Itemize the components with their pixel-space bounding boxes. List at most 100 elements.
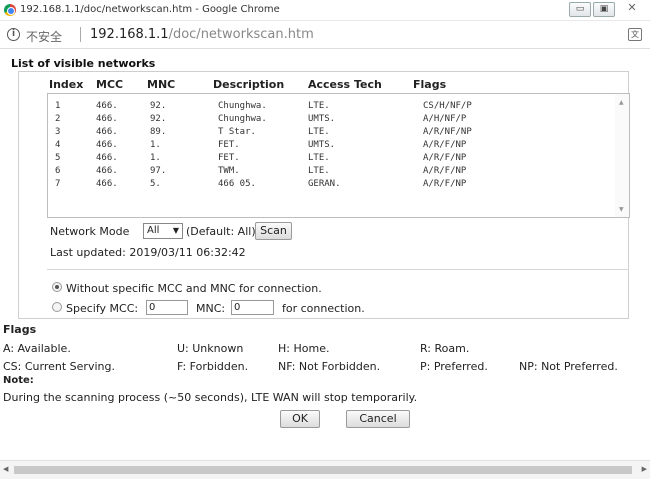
cell-mcc: 466. [96, 101, 118, 111]
specify-mcc-radio[interactable] [52, 302, 62, 312]
cell-index: 6 [55, 166, 61, 176]
note-heading: Note: [3, 375, 34, 386]
cell-flags: A/R/F/NP [423, 179, 467, 189]
flag-legend-item: U: Unknown [177, 342, 244, 355]
cell-access-tech: LTE. [308, 166, 330, 176]
scan-button[interactable]: Scan [255, 222, 292, 240]
col-header-access-tech: Access Tech [308, 78, 382, 91]
flag-legend-item: H: Home. [278, 342, 330, 355]
cell-description: T Star. [218, 127, 256, 137]
col-header-mcc: MCC [96, 78, 124, 91]
ok-button[interactable]: OK [280, 410, 320, 428]
url-host: 192.168.1.1 [90, 27, 169, 42]
cell-access-tech: UMTS. [308, 140, 336, 150]
flag-legend-item: NP: Not Preferred. [519, 360, 618, 373]
dropdown-caret-icon: ▼ [172, 226, 179, 235]
cell-index: 1 [55, 101, 61, 111]
without-mcc-label[interactable]: Without specific MCC and MNC for connect… [66, 282, 322, 295]
cell-mcc: 466. [96, 153, 118, 163]
cell-access-tech: GERAN. [308, 179, 341, 189]
mnc-label: MNC: [196, 302, 226, 315]
address-separator [80, 27, 81, 42]
maximize-button[interactable]: ▣ [593, 2, 615, 17]
cell-flags: A/R/F/NP [423, 153, 467, 163]
last-updated-text: Last updated: 2019/03/11 06:32:42 [50, 246, 246, 259]
address-bar: i 不安全 192.168.1.1/doc/networkscan.htm 文 [0, 21, 650, 49]
chrome-icon [4, 4, 16, 16]
col-header-flags: Flags [413, 78, 447, 91]
cell-mcc: 466. [96, 114, 118, 124]
flag-legend-item: NF: Not Forbidden. [278, 360, 381, 373]
cell-flags: A/R/NF/NP [423, 127, 472, 137]
url-path: /doc/networkscan.htm [168, 27, 314, 42]
cell-mnc: 5. [150, 179, 161, 189]
horizontal-scrollbar[interactable]: ◀ ▶ [0, 460, 650, 479]
cell-description: Chunghwa. [218, 114, 267, 124]
network-mode-default: (Default: All) [186, 225, 256, 238]
cell-mnc: 97. [150, 166, 167, 176]
list-scrollbar[interactable]: ▲ ▼ [615, 94, 629, 217]
cell-mcc: 466. [96, 166, 118, 176]
not-secure-label[interactable]: 不安全 [26, 28, 62, 45]
scroll-right-icon[interactable]: ▶ [642, 465, 647, 473]
site-info-icon[interactable]: i [7, 28, 20, 41]
cell-mnc: 1. [150, 140, 161, 150]
network-mode-value: All [147, 225, 160, 236]
cell-access-tech: UMTS. [308, 114, 336, 124]
cell-flags: CS/H/NF/P [423, 101, 472, 111]
network-mode-select[interactable]: All ▼ [143, 223, 183, 239]
minimize-button[interactable]: ▭ [569, 2, 591, 17]
window-title-bar: 192.168.1.1/doc/networkscan.htm - Google… [0, 0, 650, 21]
cell-description: Chunghwa. [218, 101, 267, 111]
flag-legend-item: CS: Current Serving. [3, 360, 115, 373]
cell-mcc: 466. [96, 127, 118, 137]
cell-flags: A/H/NF/P [423, 114, 467, 124]
network-mode-label: Network Mode [50, 225, 130, 238]
scroll-down-icon[interactable]: ▼ [619, 206, 624, 213]
cell-mnc: 92. [150, 101, 167, 111]
cell-index: 2 [55, 114, 61, 124]
window-title: 192.168.1.1/doc/networkscan.htm - Google… [20, 4, 280, 15]
scroll-up-icon[interactable]: ▲ [619, 99, 624, 106]
cell-mnc: 92. [150, 114, 167, 124]
cell-access-tech: LTE. [308, 101, 330, 111]
translate-icon[interactable]: 文 [628, 28, 642, 41]
flags-heading: Flags [3, 323, 37, 336]
cell-access-tech: LTE. [308, 153, 330, 163]
scrollbar-thumb[interactable] [14, 466, 632, 474]
specify-mcc-label[interactable]: Specify MCC: [66, 302, 138, 315]
section-divider [47, 269, 629, 270]
cell-index: 5 [55, 153, 61, 163]
cell-mnc: 1. [150, 153, 161, 163]
cell-description: 466 05. [218, 179, 256, 189]
page-heading: List of visible networks [11, 57, 156, 70]
col-header-index: Index [49, 78, 84, 91]
cell-mcc: 466. [96, 179, 118, 189]
mcc-input[interactable]: 0 [146, 300, 188, 315]
cell-flags: A/R/F/NP [423, 140, 467, 150]
network-list[interactable]: 1 466. 92. Chunghwa. LTE. CS/H/NF/P 2 46… [47, 93, 630, 218]
flag-legend-item: F: Forbidden. [177, 360, 249, 373]
cancel-button[interactable]: Cancel [346, 410, 410, 428]
url-text[interactable]: 192.168.1.1/doc/networkscan.htm [90, 27, 314, 42]
cell-access-tech: LTE. [308, 127, 330, 137]
cell-description: FET. [218, 140, 240, 150]
cell-index: 4 [55, 140, 61, 150]
col-header-mnc: MNC [147, 78, 176, 91]
mnc-input[interactable]: 0 [231, 300, 274, 315]
col-header-description: Description [213, 78, 285, 91]
without-mcc-radio[interactable] [52, 282, 62, 292]
cell-flags: A/R/F/NP [423, 166, 467, 176]
flag-legend-item: A: Available. [3, 342, 71, 355]
for-connection-label: for connection. [282, 302, 365, 315]
cell-index: 3 [55, 127, 61, 137]
close-button[interactable]: ✕ [621, 2, 643, 17]
cell-description: TWM. [218, 166, 240, 176]
cell-mnc: 89. [150, 127, 167, 137]
cell-mcc: 466. [96, 140, 118, 150]
flag-legend-item: R: Roam. [420, 342, 470, 355]
cell-description: FET. [218, 153, 240, 163]
cell-index: 7 [55, 179, 61, 189]
scroll-left-icon[interactable]: ◀ [3, 465, 8, 473]
flag-legend-item: P: Preferred. [420, 360, 488, 373]
